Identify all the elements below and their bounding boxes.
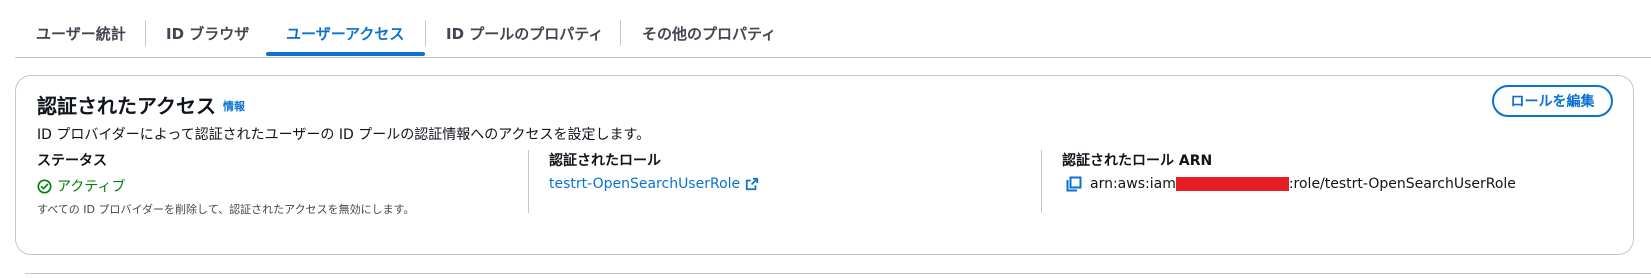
role-column: 認証されたロール testrt-OpenSearchUserRole	[549, 150, 1029, 212]
role-arn-prefix: arn:aws:iam	[1090, 176, 1176, 192]
role-arn-value: arn:aws:iam :role/testrt-OpenSearchUserR…	[1062, 176, 1622, 192]
panel-title: 認証されたアクセス	[37, 94, 216, 118]
tab-user-statistics[interactable]: ユーザー統計	[36, 14, 126, 58]
column-divider	[528, 150, 529, 213]
role-arn-column: 認証されたロール ARN arn:aws:iam :role/testrt-Op…	[1062, 150, 1622, 212]
authenticated-access-panel: 認証されたアクセス 情報 ID プロバイダーによって認証されたユーザーの ID …	[15, 75, 1634, 255]
section-divider	[25, 273, 1651, 274]
role-value: testrt-OpenSearchUserRole	[549, 176, 1029, 192]
role-arn-label: 認証されたロール ARN	[1062, 153, 1213, 169]
active-tab-indicator	[266, 52, 425, 56]
status-note: すべての ID プロバイダーを削除して、認証されたアクセスを無効にします。	[37, 203, 415, 216]
role-arn-suffix: :role/testrt-OpenSearchUserRole	[1288, 176, 1516, 192]
status-text: アクティブ	[57, 179, 126, 195]
panel-description: ID プロバイダーによって認証されたユーザーの ID プールの認証情報へのアクセ…	[37, 127, 651, 143]
redacted-account-id	[1175, 177, 1289, 191]
tab-divider	[145, 20, 146, 46]
tab-divider	[620, 20, 621, 46]
external-link-icon[interactable]	[745, 177, 759, 191]
tab-bar-divider	[15, 57, 1651, 58]
tab-id-browser[interactable]: ID ブラウザ	[166, 14, 249, 58]
success-circle-icon	[37, 178, 52, 194]
role-label: 認証されたロール	[549, 153, 661, 169]
edit-role-button[interactable]: ロールを編集	[1492, 85, 1613, 117]
status-value: アクティブ	[37, 176, 517, 196]
info-link[interactable]: 情報	[223, 98, 245, 114]
role-link[interactable]: testrt-OpenSearchUserRole	[549, 176, 740, 192]
column-divider	[1041, 150, 1042, 213]
copy-icon[interactable]	[1066, 176, 1082, 192]
tab-id-pool-properties[interactable]: ID プールのプロパティ	[446, 14, 603, 58]
tab-other-properties[interactable]: その他のプロパティ	[642, 14, 776, 58]
tab-divider	[425, 20, 426, 46]
status-label: ステータス	[37, 153, 107, 169]
